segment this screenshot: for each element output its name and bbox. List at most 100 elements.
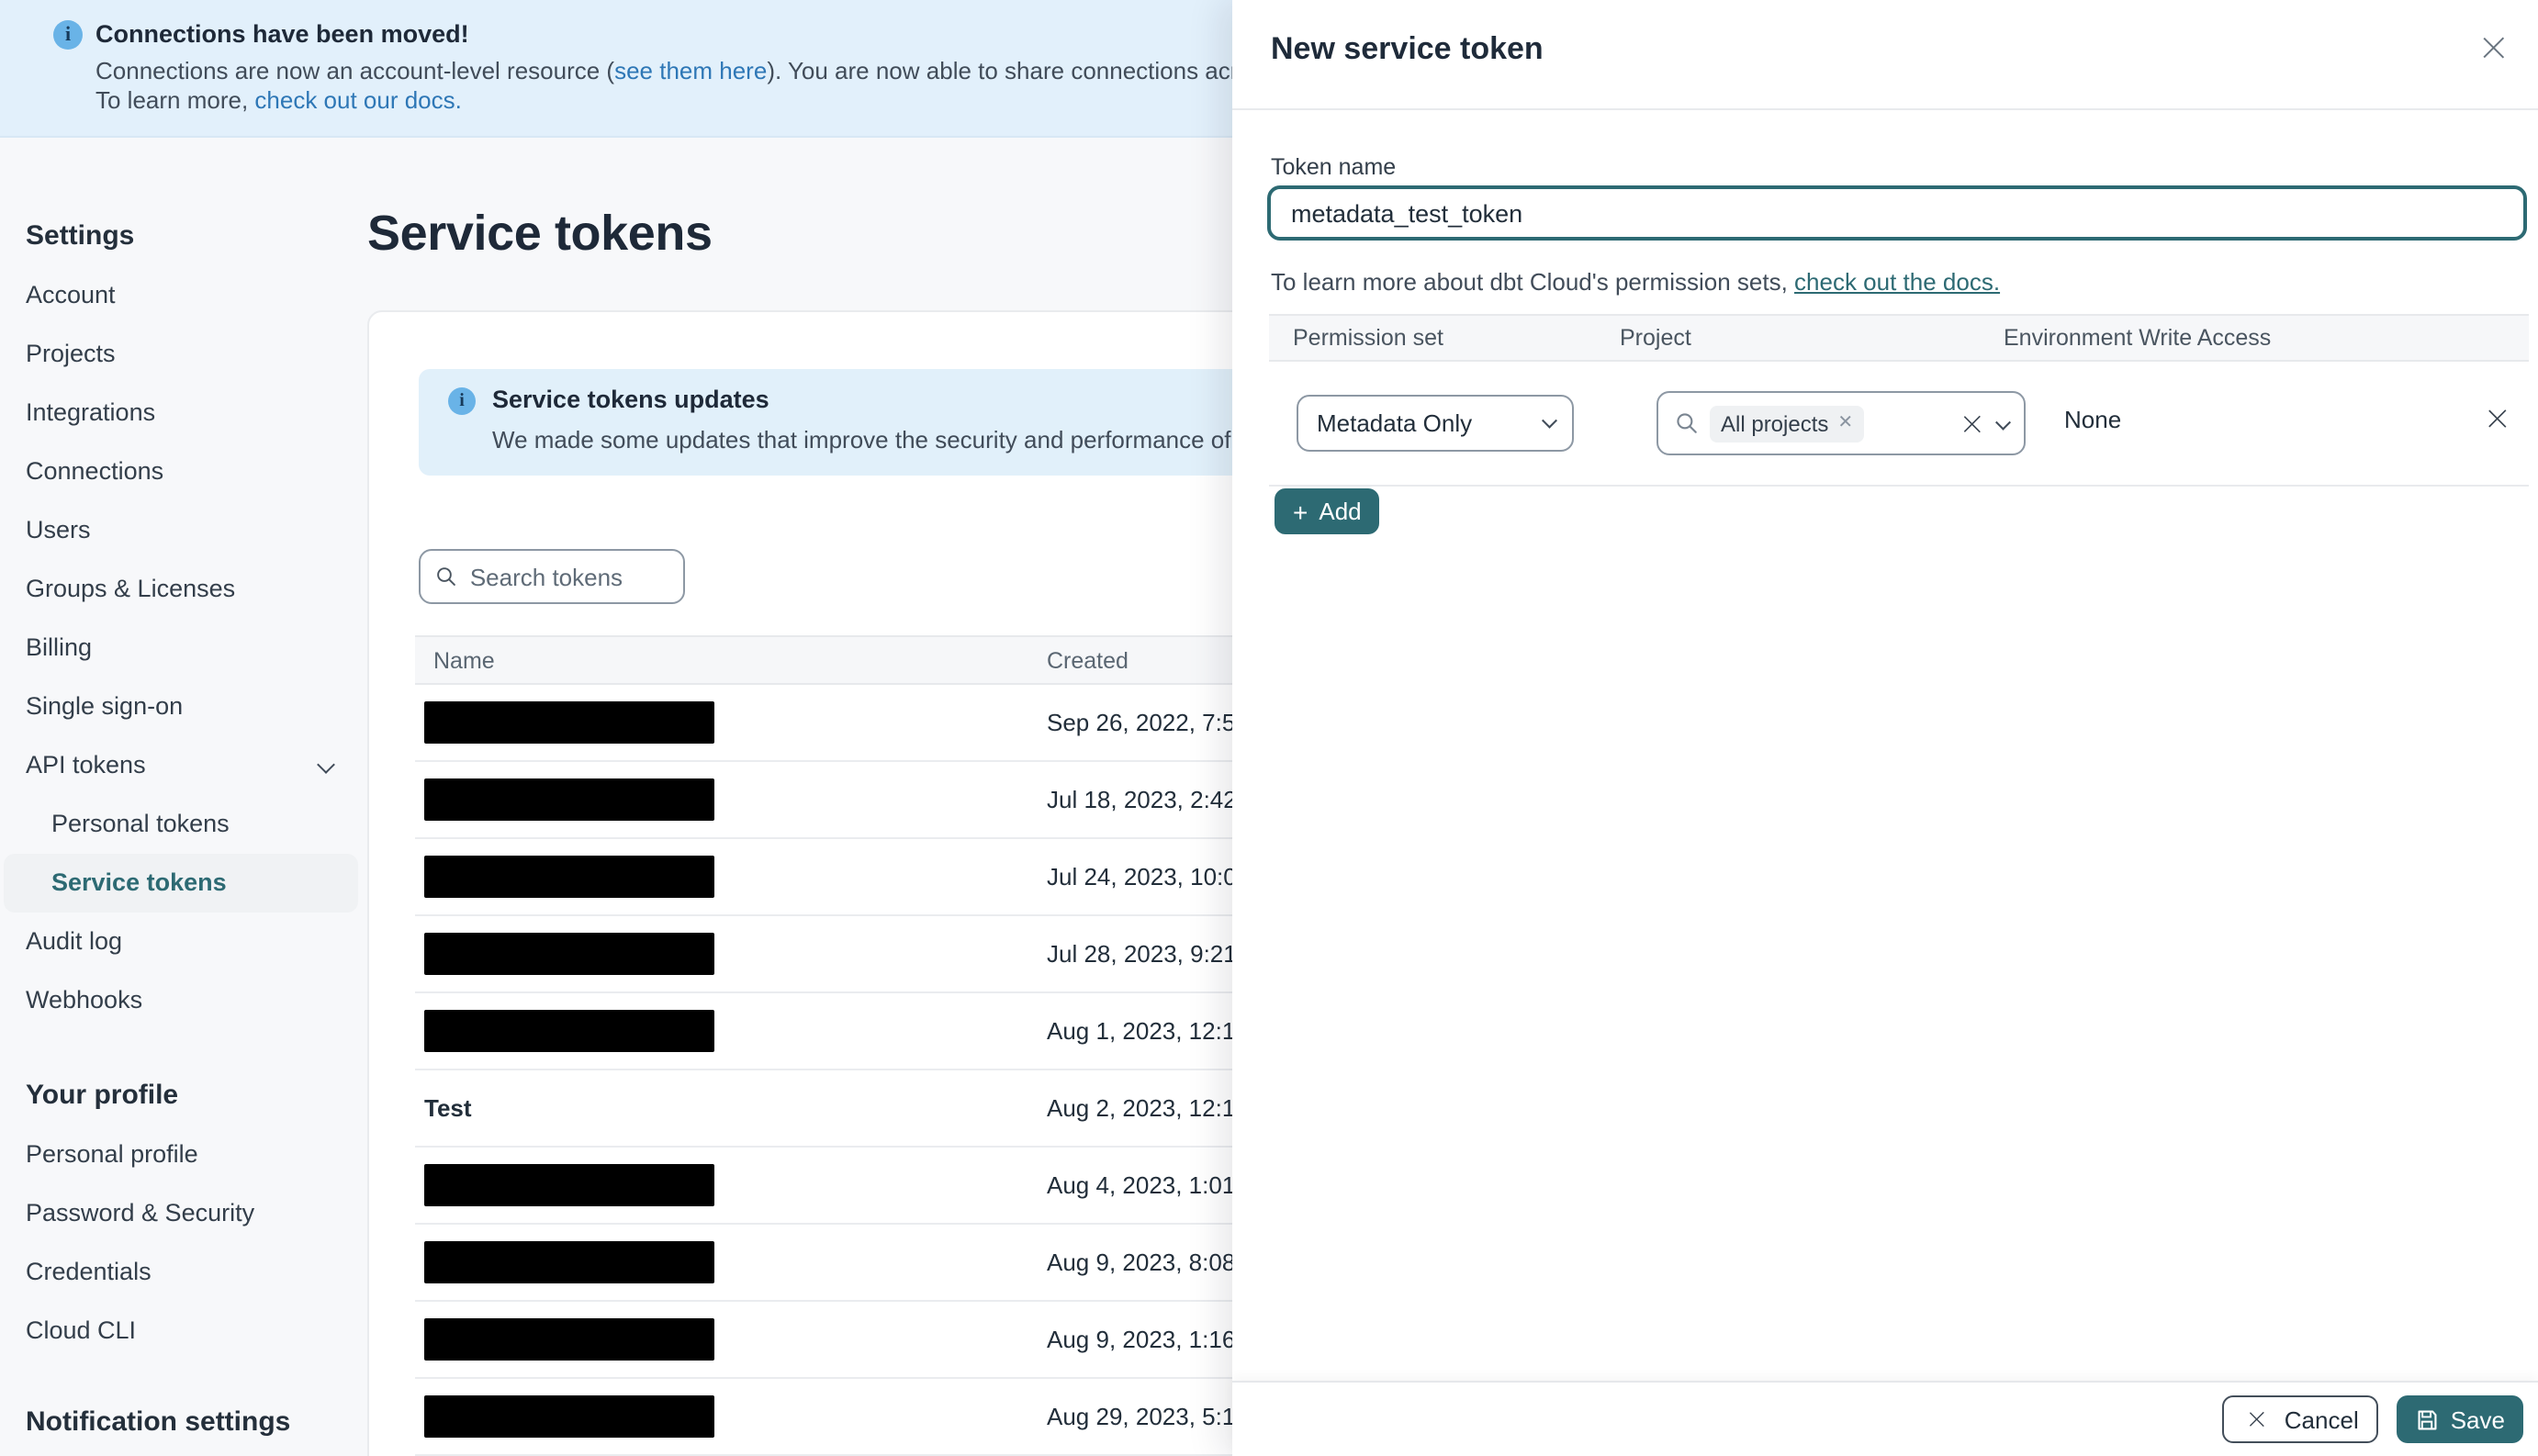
token-name-label: Token name (1271, 154, 1397, 180)
sidebar-label: Audit log (26, 927, 123, 955)
env-write-access-value: None (2064, 406, 2122, 433)
sidebar-label: Settings (26, 220, 135, 252)
sidebar-item-audit-log[interactable]: Audit log (4, 913, 358, 971)
sidebar-label: Billing (26, 633, 93, 661)
sidebar-item-account[interactable]: Account (4, 266, 358, 325)
token-name-cell (415, 1241, 1047, 1283)
sidebar-item-connections[interactable]: Connections (4, 442, 358, 501)
check-out-the-docs-link[interactable]: check out the docs. (1794, 268, 2000, 296)
search-tokens-box[interactable] (419, 549, 685, 604)
sidebar-item-single-sign-on[interactable]: Single sign-on (4, 678, 358, 736)
project-chip-label: All projects (1721, 410, 1829, 436)
sidebar-label: Connections (26, 457, 164, 485)
chevron-down-icon (1541, 413, 1556, 428)
add-permission-button[interactable]: + Add (1275, 488, 1380, 534)
redacted-token-name (424, 856, 714, 898)
sidebar-label: Single sign-on (26, 692, 184, 720)
redacted-token-name (424, 778, 714, 821)
remove-row-icon[interactable] (2485, 406, 2510, 431)
redacted-token-name (424, 1010, 714, 1052)
token-name-cell (415, 778, 1047, 821)
sidebar-label: Users (26, 516, 91, 543)
column-header-name: Name (433, 647, 495, 673)
project-chip: All projects ✕ (1710, 405, 1865, 442)
sidebar-item-api-tokens[interactable]: API tokens (4, 736, 358, 795)
chip-remove-icon[interactable]: ✕ (1837, 413, 1853, 433)
sidebar-label: API tokens (26, 751, 146, 778)
sidebar-item-users[interactable]: Users (4, 501, 358, 560)
search-tokens-input[interactable] (469, 563, 668, 590)
sidebar-label: Groups & Licenses (26, 575, 236, 602)
panel-title: New service token (1271, 31, 1544, 66)
sidebar-label: Credentials (26, 1258, 152, 1285)
chevron-down-icon[interactable] (1994, 414, 2010, 429)
search-icon (1677, 413, 1697, 433)
permission-set-value: Metadata Only (1317, 409, 1473, 437)
cancel-button[interactable]: Cancel (2221, 1395, 2379, 1443)
redacted-token-name (424, 1395, 714, 1438)
redacted-token-name (424, 1318, 714, 1361)
sidebar-section-notification-settings: Notification settings (4, 1401, 358, 1445)
redacted-token-name (424, 1241, 714, 1283)
app-root: i Connections have been moved! Connectio… (0, 0, 2538, 1456)
token-name-cell (415, 856, 1047, 898)
sidebar-item-personal-profile[interactable]: Personal profile (4, 1126, 358, 1184)
redacted-token-name (424, 1164, 714, 1206)
sidebar-item-billing[interactable]: Billing (4, 619, 358, 678)
sidebar-item-groups-licenses[interactable]: Groups & Licenses (4, 560, 358, 619)
new-service-token-panel: New service token Token name To learn mo… (1232, 0, 2538, 1456)
chevron-down-icon (317, 756, 335, 774)
panel-footer: Cancel Save (1232, 1381, 2538, 1456)
sidebar-nav: Settings Account Projects Integrations Conne… (0, 138, 365, 1456)
save-button[interactable]: Save (2397, 1395, 2523, 1443)
search-icon (437, 567, 455, 586)
token-name-input[interactable] (1267, 185, 2527, 241)
plus-icon: + (1293, 497, 1308, 526)
sidebar-label: Notification settings (26, 1406, 291, 1438)
column-header-env-write-access: Environment Write Access (2004, 325, 2272, 351)
sidebar-label: Personal profile (26, 1140, 198, 1168)
close-icon[interactable] (2479, 33, 2509, 62)
redacted-token-name (424, 701, 714, 744)
clear-selection-icon[interactable] (1960, 411, 1983, 435)
sidebar-item-integrations[interactable]: Integrations (4, 384, 358, 442)
cancel-x-icon (2247, 1409, 2267, 1429)
column-header-created: Created (1047, 647, 1129, 673)
token-name-cell (415, 1164, 1047, 1206)
sidebar-label: Projects (26, 340, 116, 367)
redacted-token-name (424, 933, 714, 975)
sidebar-label: Account (26, 281, 116, 308)
check-out-our-docs-link[interactable]: check out our docs. (254, 86, 461, 114)
notice-title: Service tokens updates (492, 386, 769, 413)
save-icon (2419, 1409, 2438, 1429)
token-name-cell: Test (424, 1094, 472, 1122)
sidebar-item-webhooks[interactable]: Webhooks (4, 971, 358, 1030)
column-header-project: Project (1620, 325, 1691, 351)
sidebar-label: Personal tokens (51, 810, 230, 837)
token-name-cell (415, 701, 1047, 744)
permissions-table-header: Permission set Project Environment Write… (1269, 314, 2529, 362)
sidebar-label: Your profile (26, 1080, 179, 1111)
token-name-cell (415, 933, 1047, 975)
token-name-cell (415, 1010, 1047, 1052)
sidebar-label: Webhooks (26, 986, 143, 1014)
sidebar-item-personal-tokens[interactable]: Personal tokens (4, 795, 358, 854)
sidebar-item-projects[interactable]: Projects (4, 325, 358, 384)
banner-line3: To learn more, check out our docs. (95, 86, 462, 114)
project-multiselect[interactable]: All projects ✕ (1656, 391, 2026, 455)
permission-set-select[interactable]: Metadata Only (1297, 395, 1574, 452)
sidebar-label: Integrations (26, 398, 156, 426)
see-them-here-link[interactable]: see them here (614, 57, 767, 84)
sidebar-item-password-security[interactable]: Password & Security (4, 1184, 358, 1243)
sidebar-section-settings: Settings (4, 215, 358, 259)
sidebar-item-service-tokens[interactable]: Service tokens (4, 854, 358, 913)
sidebar-label: Cloud CLI (26, 1316, 137, 1344)
banner-title: Connections have been moved! (95, 20, 469, 48)
permission-row: Metadata Only All projects ✕ None (1269, 362, 2529, 487)
sidebar-item-cloud-cli[interactable]: Cloud CLI (4, 1302, 358, 1361)
sidebar-label: Password & Security (26, 1199, 255, 1226)
panel-divider (1232, 108, 2538, 110)
page-title: Service tokens (367, 206, 713, 261)
sidebar-item-credentials[interactable]: Credentials (4, 1243, 358, 1302)
info-icon: i (448, 387, 476, 415)
